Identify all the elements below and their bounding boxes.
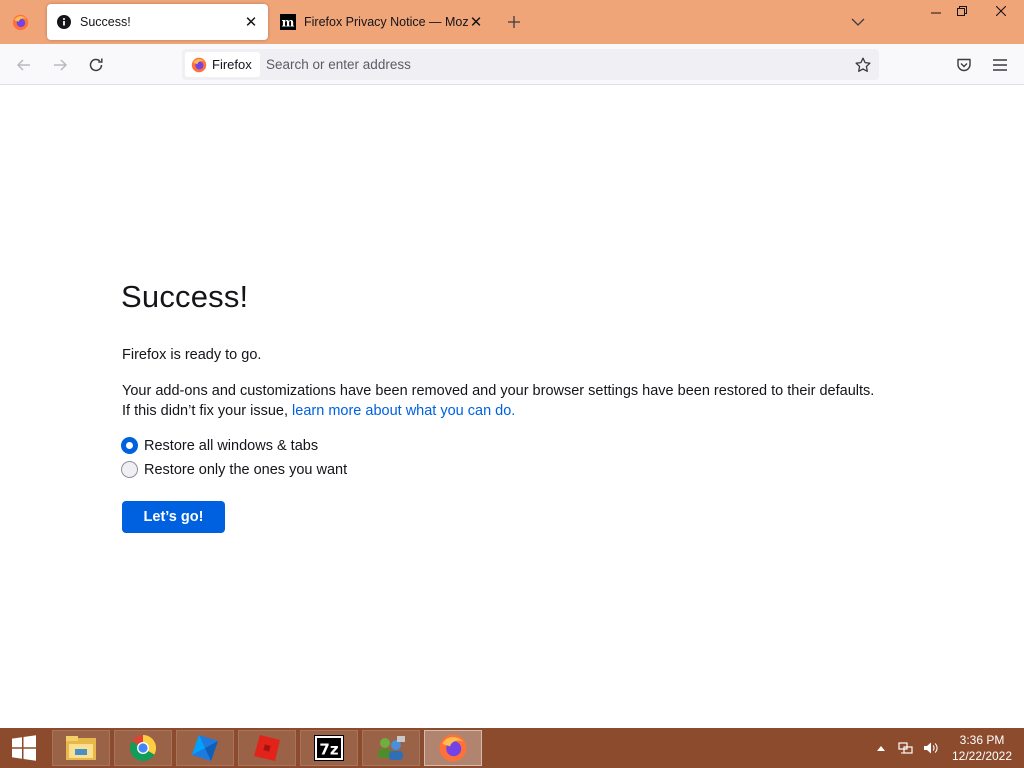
network-icon	[898, 742, 913, 754]
intro-text: Firefox is ready to go.	[122, 347, 262, 363]
taskbar-chrome[interactable]	[114, 730, 172, 766]
svg-text:7z: 7z	[319, 741, 338, 759]
forward-button[interactable]	[47, 52, 73, 78]
forward-arrow-icon	[54, 59, 68, 71]
taskbar-file-explorer[interactable]	[52, 730, 110, 766]
taskbar-network-manager[interactable]	[362, 730, 420, 766]
new-tab-button[interactable]	[502, 10, 526, 34]
reload-button[interactable]	[83, 52, 109, 78]
restore-all-label: Restore all windows & tabs	[144, 437, 319, 454]
7zip-icon: 7z	[314, 735, 344, 761]
hamburger-menu-icon	[993, 59, 1007, 71]
volume-tray-button[interactable]	[920, 728, 942, 768]
start-button[interactable]	[0, 728, 48, 768]
tab-title: Success!	[80, 15, 131, 29]
firefox-view-button[interactable]	[0, 0, 40, 44]
list-all-tabs-button[interactable]	[846, 10, 870, 34]
firefox-icon	[439, 734, 467, 762]
page-content: Success! Firefox is ready to go. Your ad…	[0, 85, 1024, 728]
network-tray-button[interactable]	[895, 728, 917, 768]
reload-icon	[89, 58, 103, 72]
clock-time: 3:36 PM	[959, 733, 1005, 747]
taskbar: 7z 3:36 PM 12/22/2022	[0, 728, 1024, 768]
url-input[interactable]	[266, 53, 836, 76]
back-arrow-icon	[16, 59, 30, 71]
tab-firefox-privacy-notice[interactable]: m Firefox Privacy Notice — Mozilla ✕	[274, 4, 490, 40]
tab-strip: Success! ✕ m Firefox Privacy Notice — Mo…	[0, 0, 1024, 44]
page-title: Success!	[121, 279, 249, 314]
description-text: Your add-ons and customizations have bee…	[122, 381, 922, 421]
pocket-icon	[957, 58, 971, 72]
clock-date: 12/22/2022	[951, 749, 1013, 763]
mozilla-m-icon: m	[280, 14, 296, 30]
learn-more-link[interactable]: learn more about what you can do.	[292, 403, 515, 419]
restore-some-label: Restore only the ones you want	[144, 461, 348, 478]
network-manager-icon	[378, 736, 405, 760]
taskbar-7zip[interactable]: 7z	[300, 730, 358, 766]
taskbar-roblox-studio[interactable]	[176, 730, 234, 766]
svg-text:m: m	[282, 16, 295, 30]
minimize-icon	[931, 12, 941, 14]
close-window-button[interactable]	[978, 0, 1024, 22]
star-icon	[855, 57, 871, 72]
help-prefix: If this didn’t fix your issue,	[122, 403, 289, 419]
restore-some-option[interactable]: Restore only the ones you want	[121, 461, 347, 478]
tab-success[interactable]: Success! ✕	[47, 4, 268, 40]
close-icon[interactable]: ✕	[243, 14, 259, 31]
taskbar-roblox[interactable]	[238, 730, 296, 766]
tab-title: Firefox Privacy Notice — Mozilla	[304, 15, 468, 29]
address-bar[interactable]: Firefox	[182, 49, 879, 80]
restore-all-option[interactable]: Restore all windows & tabs	[121, 437, 318, 454]
radio-button-checked[interactable]	[121, 437, 138, 454]
bookmark-button[interactable]	[852, 54, 874, 76]
chrome-icon	[130, 734, 157, 762]
back-button[interactable]	[11, 52, 37, 78]
app-menu-button[interactable]	[987, 52, 1013, 78]
close-icon[interactable]: ✕	[468, 14, 484, 31]
radio-button-unchecked[interactable]	[121, 461, 138, 478]
speaker-icon	[924, 742, 938, 754]
identity-label: Firefox	[212, 57, 252, 72]
info-icon	[56, 14, 72, 30]
firefox-logo-icon	[12, 14, 28, 30]
restore-icon	[957, 6, 967, 16]
plus-icon	[508, 16, 520, 28]
lets-go-button[interactable]: Let’s go!	[122, 501, 225, 533]
navigation-toolbar: Firefox	[0, 44, 1024, 85]
taskbar-firefox[interactable]	[424, 730, 482, 766]
firefox-logo-icon	[191, 57, 207, 72]
taskbar-clock[interactable]: 3:36 PM 12/22/2022	[946, 732, 1018, 764]
windows-logo-icon	[12, 735, 36, 761]
chevron-down-icon	[851, 18, 865, 26]
description-line: Your add-ons and customizations have bee…	[122, 383, 875, 399]
roblox-studio-icon	[192, 735, 218, 761]
roblox-icon	[254, 735, 280, 761]
restore-button[interactable]	[946, 0, 978, 22]
show-hidden-icons-button[interactable]	[873, 728, 889, 768]
close-icon	[996, 6, 1006, 16]
identity-box[interactable]: Firefox	[185, 52, 260, 77]
chevron-up-icon	[877, 746, 885, 751]
file-explorer-icon	[66, 736, 96, 760]
pocket-button[interactable]	[951, 52, 977, 78]
